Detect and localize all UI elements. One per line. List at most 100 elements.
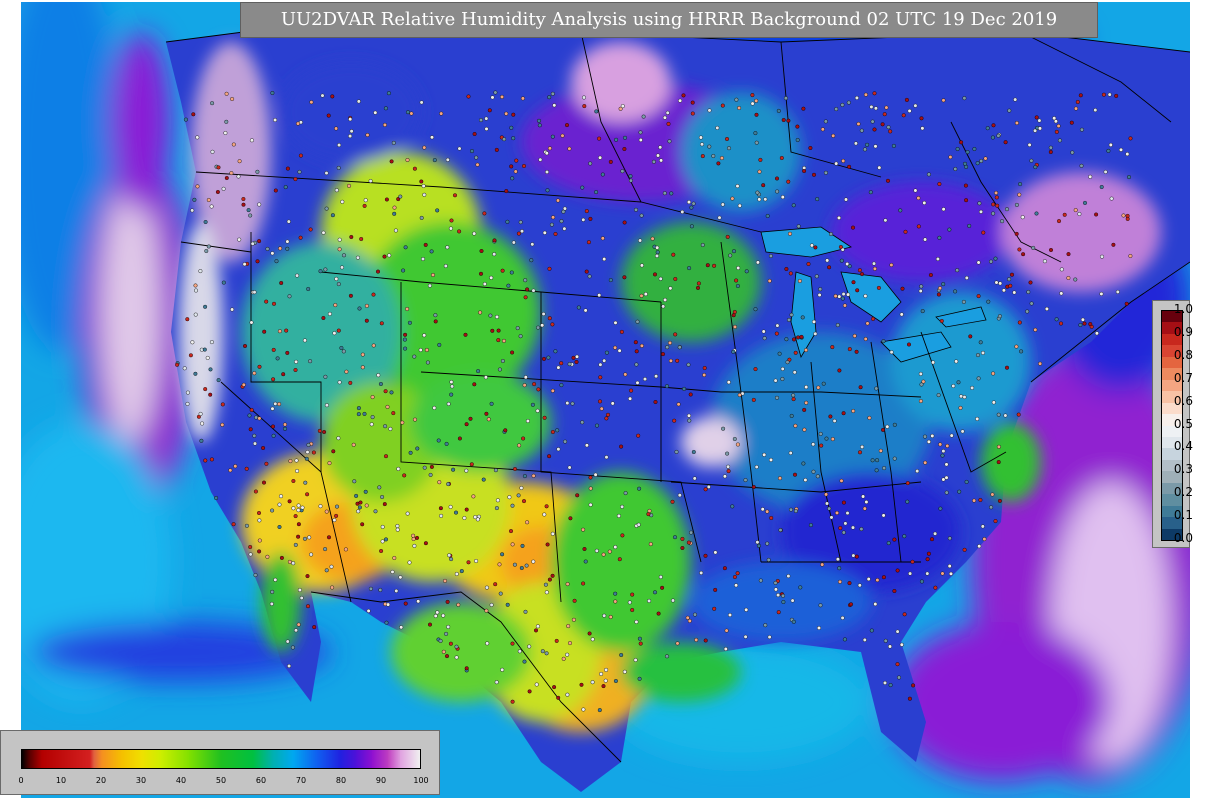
station-dot	[587, 274, 592, 279]
station-dot	[837, 215, 842, 220]
station-dot	[277, 402, 282, 407]
station-dot	[926, 551, 931, 556]
station-dot	[370, 395, 375, 400]
station-dot	[403, 601, 408, 606]
station-dot	[781, 600, 786, 605]
station-dot	[449, 380, 454, 385]
humidity-map[interactable]	[21, 2, 1190, 798]
station-dot	[580, 420, 585, 425]
station-dot	[555, 428, 560, 433]
station-dot	[675, 358, 680, 363]
station-dot	[568, 516, 573, 521]
station-dot	[568, 641, 573, 646]
station-dot	[957, 489, 962, 494]
station-dot	[336, 436, 341, 441]
station-dot	[525, 287, 530, 292]
station-dot	[815, 197, 820, 202]
station-dot	[534, 682, 539, 687]
station-dot	[793, 350, 798, 355]
station-dot	[386, 91, 391, 96]
station-scale-tick-label: 0.2	[1173, 485, 1193, 500]
station-dot	[479, 248, 484, 253]
station-dot	[889, 263, 894, 268]
station-dot	[356, 412, 361, 417]
station-dot	[570, 401, 575, 406]
station-dot	[244, 466, 249, 471]
station-dot	[655, 245, 660, 250]
station-dot	[502, 338, 507, 343]
station-dot	[334, 188, 339, 193]
station-dot	[384, 197, 389, 202]
station-dot	[997, 314, 1002, 319]
station-dot	[441, 649, 446, 654]
station-dot	[653, 590, 658, 595]
station-dot	[975, 161, 980, 166]
station-dot	[1052, 116, 1057, 121]
station-dot	[604, 350, 609, 355]
station-dot	[801, 461, 806, 466]
station-dot	[252, 290, 257, 295]
station-dot	[620, 169, 625, 174]
station-dot	[427, 283, 432, 288]
station-dot	[1013, 97, 1018, 102]
station-dot	[428, 472, 433, 477]
station-dot	[588, 161, 593, 166]
station-dot	[884, 105, 889, 110]
station-dot	[257, 549, 262, 554]
station-dot	[686, 540, 691, 545]
station-dot	[1109, 196, 1114, 201]
station-dot	[980, 524, 985, 529]
station-dot	[847, 264, 852, 269]
station-dot	[1115, 289, 1120, 294]
station-dot	[504, 189, 509, 194]
station-dot	[919, 579, 924, 584]
station-dot	[236, 174, 241, 179]
station-dot	[731, 349, 736, 354]
station-dot	[284, 328, 289, 333]
station-dot	[754, 98, 759, 103]
station-dot	[785, 360, 790, 365]
station-dot	[1080, 317, 1085, 322]
station-dot	[247, 413, 252, 418]
station-dot	[595, 423, 600, 428]
station-dot	[190, 340, 195, 345]
station-dot	[306, 287, 311, 292]
station-dot	[270, 406, 275, 411]
station-dot	[955, 268, 960, 273]
station-dot	[407, 560, 412, 565]
station-dot	[270, 508, 275, 513]
station-dot	[798, 585, 803, 590]
station-dot	[734, 97, 739, 102]
station-dot	[647, 598, 652, 603]
station-dot	[1014, 202, 1019, 207]
station-dot	[824, 492, 829, 497]
station-dot	[208, 367, 213, 372]
station-dot	[769, 457, 774, 462]
station-dot	[608, 159, 613, 164]
station-dot	[241, 382, 246, 387]
station-scale-tick-label: 0.3	[1173, 462, 1193, 477]
station-dot	[369, 422, 374, 427]
humidity-colorbar-segment	[161, 750, 190, 768]
station-dot	[804, 348, 809, 353]
station-dot	[323, 267, 328, 272]
station-dot	[775, 323, 780, 328]
station-dot	[445, 245, 450, 250]
station-dot	[554, 638, 559, 643]
station-dot	[193, 283, 198, 288]
station-dot	[544, 504, 549, 509]
station-dot	[634, 362, 639, 367]
station-dot	[923, 434, 928, 439]
station-dot	[552, 685, 557, 690]
station-dot	[860, 444, 865, 449]
station-dot	[842, 637, 847, 642]
station-dot	[1126, 175, 1131, 180]
station-dot	[366, 608, 371, 613]
station-dot	[964, 275, 969, 280]
station-dot	[663, 297, 668, 302]
station-dot	[634, 207, 639, 212]
station-dot	[439, 111, 444, 116]
station-dot	[828, 414, 833, 419]
station-dot	[287, 294, 292, 299]
station-dot	[311, 450, 316, 455]
